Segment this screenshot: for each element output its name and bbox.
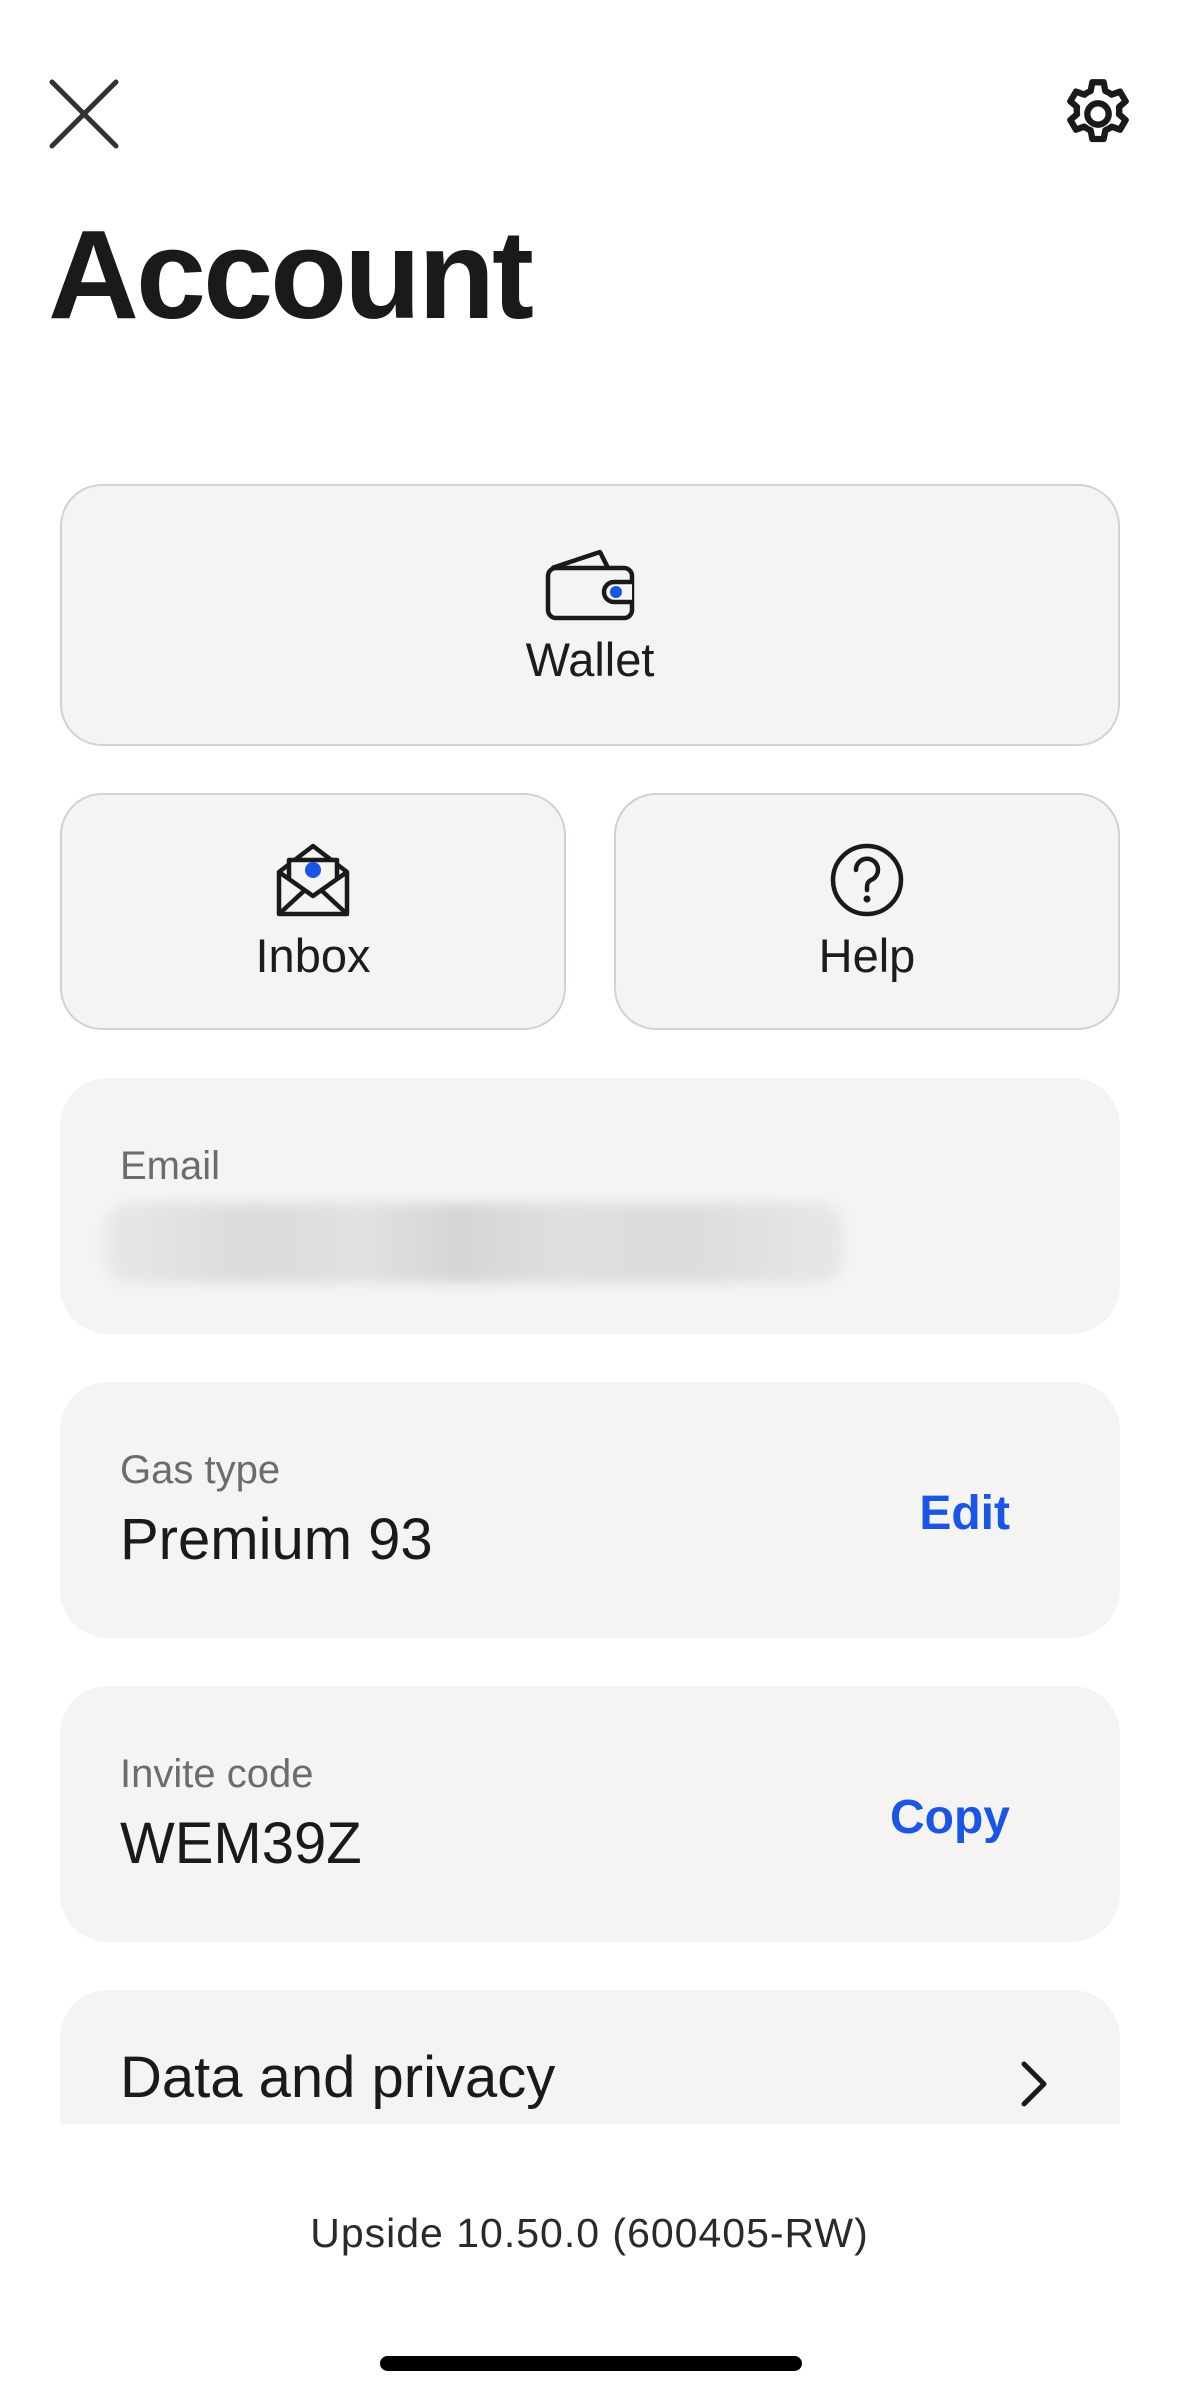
email-card: Email <box>60 1078 1120 1334</box>
page-title: Account <box>48 204 534 345</box>
data-privacy-row[interactable]: Data and privacy <box>60 1990 1120 2125</box>
email-label: Email <box>120 1144 221 1188</box>
email-value-redacted <box>104 1203 844 1283</box>
help-label: Help <box>818 929 916 982</box>
gas-type-value: Premium 93 <box>120 1507 433 1572</box>
inbox-label: Inbox <box>255 929 371 982</box>
home-indicator <box>380 2356 802 2371</box>
close-icon <box>49 79 119 149</box>
envelope-icon <box>276 843 350 917</box>
inbox-button[interactable]: Inbox <box>60 793 566 1030</box>
invite-code-label: Invite code <box>120 1752 314 1796</box>
close-button[interactable] <box>36 66 132 162</box>
question-circle-icon <box>830 843 904 917</box>
data-privacy-label: Data and privacy <box>120 2045 556 2110</box>
wallet-button[interactable]: Wallet <box>60 484 1120 746</box>
app-version: Upside 10.50.0 (600405-RW) <box>310 2210 869 2256</box>
edit-gas-type-button[interactable]: Edit <box>919 1486 1010 1541</box>
gas-type-label: Gas type <box>120 1448 281 1492</box>
copy-invite-code-button[interactable]: Copy <box>890 1790 1010 1845</box>
settings-button[interactable] <box>1050 66 1146 162</box>
help-button[interactable]: Help <box>614 793 1120 1030</box>
wallet-label: Wallet <box>525 632 655 686</box>
chevron-right-icon <box>1021 2061 1047 2107</box>
scroll-edge <box>0 2124 1179 2164</box>
gas-type-card: Gas type Premium 93 Edit <box>60 1382 1120 1638</box>
invite-code-card: Invite code WEM39Z Copy <box>60 1686 1120 1942</box>
invite-code-value: WEM39Z <box>120 1811 362 1876</box>
wallet-icon <box>545 549 635 620</box>
gear-icon <box>1067 79 1129 143</box>
